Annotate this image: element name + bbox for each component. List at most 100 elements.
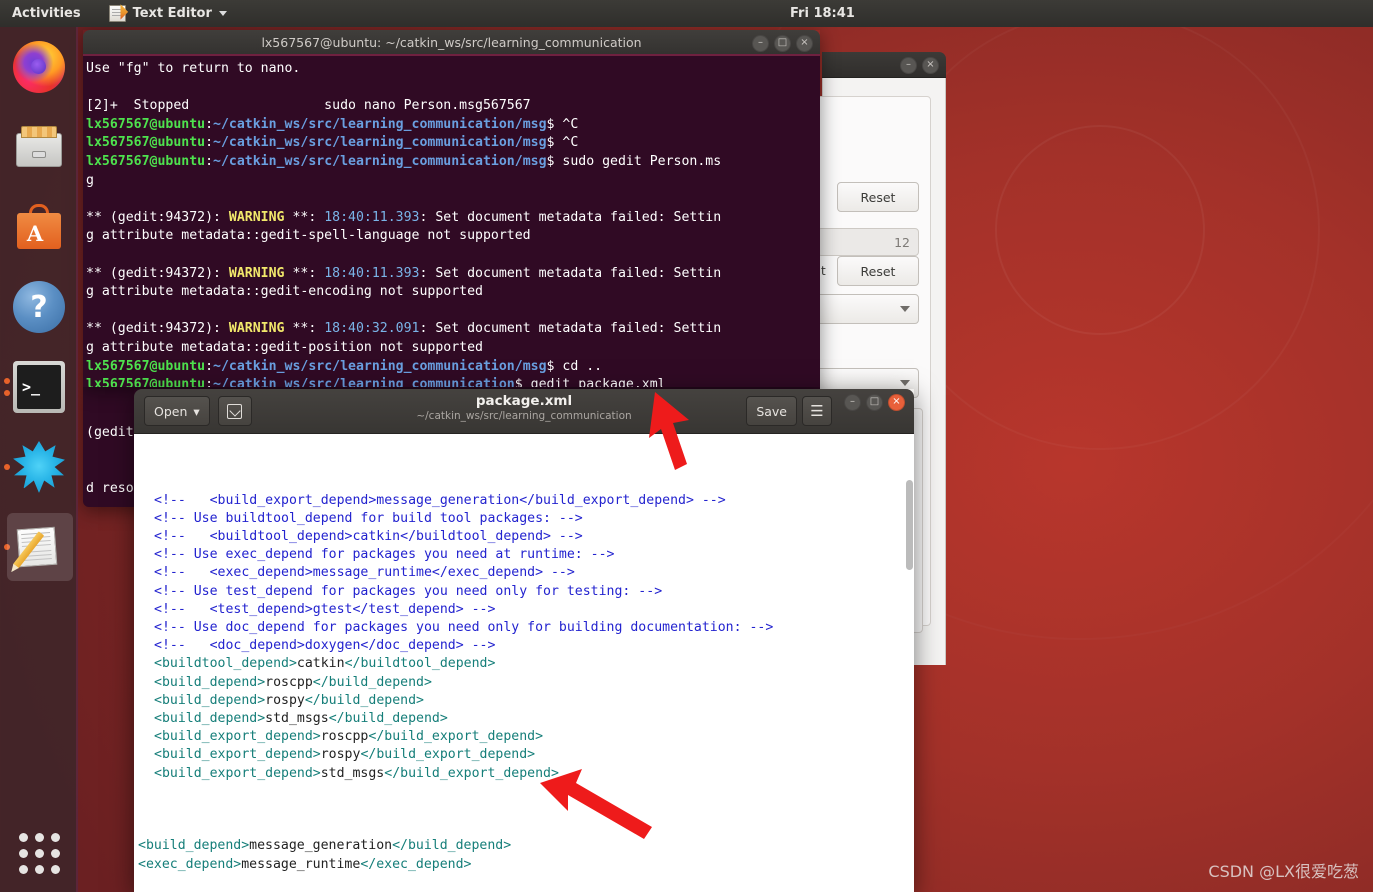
- terminal-maximize-button[interactable]: □: [774, 34, 791, 52]
- dock-item-help[interactable]: ?: [0, 267, 78, 347]
- clock[interactable]: Fri 18:41: [790, 0, 855, 27]
- terminal-line: g attribute metadata::gedit-spell-langua…: [86, 227, 820, 246]
- terminal-titlebar[interactable]: lx567567@ubuntu: ~/catkin_ws/src/learnin…: [83, 30, 820, 56]
- document-line: <!-- <exec_depend>message_runtime</exec_…: [138, 564, 914, 582]
- terminal-span: :: [205, 116, 214, 132]
- document-span: <!-- <exec_depend>message_runtime</exec_…: [154, 565, 575, 581]
- ubuntu-software-glyph: A: [26, 221, 44, 246]
- document-span: roscpp: [265, 674, 313, 690]
- terminal-span: : Set document metadata failed: Settin: [419, 265, 722, 281]
- activities-button[interactable]: Activities: [12, 6, 81, 21]
- show-applications-button[interactable]: [0, 833, 78, 874]
- terminal-span: :: [205, 377, 214, 387]
- gedit-close-button[interactable]: ×: [888, 393, 905, 411]
- document-line: <build_depend>std_msgs</build_depend>: [138, 710, 914, 728]
- terminal-span: Use "fg" to return to nano.: [86, 61, 301, 76]
- terminal-line: g: [86, 172, 820, 191]
- document-span: <build_export_depend>: [154, 747, 321, 763]
- save-as-icon: [227, 403, 243, 419]
- open-button[interactable]: Open ▾: [144, 396, 210, 426]
- gedit-text-area[interactable]: <!-- <build_export_depend>message_genera…: [134, 434, 914, 892]
- vertical-scrollbar[interactable]: [906, 480, 913, 570]
- top-bar: Activities Text Editor Fri 18:41: [0, 0, 1373, 27]
- terminal-span: : Set document metadata failed: Settin: [419, 209, 722, 225]
- document-line: <!-- <test_depend>gtest</test_depend> --…: [138, 601, 914, 619]
- files-icon: [13, 121, 65, 173]
- document-span: <!-- Use doc_depend for packages you nee…: [154, 620, 774, 636]
- dock-item-terminal[interactable]: >_: [0, 347, 78, 427]
- gedit-maximize-button[interactable]: □: [866, 393, 883, 411]
- reset-button-1[interactable]: Reset: [837, 182, 919, 212]
- terminal-span: ** (gedit:94372):: [86, 209, 229, 225]
- spin-entry[interactable]: 12: [817, 228, 919, 256]
- terminal-span: lx567567@ubuntu: [86, 377, 206, 387]
- document-line: <!-- Use exec_depend for packages you ne…: [138, 546, 914, 564]
- terminal-span: g: [86, 172, 94, 188]
- document-span: std_msgs: [265, 711, 329, 727]
- terminal-span: ** (gedit:94372):: [86, 321, 229, 337]
- terminal-line: lx567567@ubuntu:~/catkin_ws/src/learning…: [86, 153, 820, 172]
- terminal-line: lx567567@ubuntu:~/catkin_ws/src/learning…: [86, 358, 820, 377]
- terminal-output[interactable]: Use "fg" to return to nano. [2]+ Stopped…: [83, 56, 820, 387]
- document-span: </build_depend>: [392, 838, 512, 854]
- dock-item-firefox[interactable]: [0, 27, 78, 107]
- combo-box-1[interactable]: [811, 294, 919, 324]
- terminal-close-button[interactable]: ×: [796, 34, 813, 52]
- terminal-span: [2]+ Stopped sudo nano Person.msg567567: [86, 98, 531, 114]
- terminal-minimize-button[interactable]: –: [752, 34, 769, 52]
- save-button[interactable]: Save: [746, 396, 797, 426]
- app-menu-label: Text Editor: [132, 6, 212, 21]
- chevron-down-icon: ▾: [193, 403, 200, 419]
- document-span: <build_depend>: [154, 692, 266, 708]
- document-span: </build_export_depend>: [368, 729, 544, 745]
- document-span: message_runtime: [241, 856, 361, 872]
- terminal-span: $ ^C: [546, 135, 579, 151]
- terminal-span: lx567567@ubuntu: [86, 358, 206, 374]
- document-line: <!-- Use buildtool_depend for build tool…: [138, 510, 914, 528]
- terminal-span: 18:40:32.091: [324, 321, 420, 337]
- preferences-minimize-button[interactable]: –: [900, 56, 917, 74]
- dock: A ? >_: [0, 27, 78, 892]
- document-span: rospy: [265, 692, 305, 708]
- document-line: <build_depend>roscpp</build_depend>: [138, 674, 914, 692]
- gedit-minimize-button[interactable]: –: [844, 393, 861, 411]
- terminal-span: lx567567@ubuntu: [86, 153, 206, 169]
- document-span: <!-- <build_export_depend>message_genera…: [154, 492, 726, 508]
- preferences-close-button[interactable]: ×: [922, 56, 939, 74]
- save-as-button[interactable]: [217, 396, 252, 426]
- hamburger-menu-button[interactable]: ☰: [802, 396, 832, 426]
- app-menu-button[interactable]: Text Editor: [108, 5, 227, 22]
- terminal-line: lx567567@ubuntu:~/catkin_ws/src/learning…: [86, 116, 820, 135]
- dock-item-gimp[interactable]: [0, 427, 78, 507]
- terminal-span: g attribute metadata::gedit-encoding not…: [86, 284, 483, 300]
- document-line: <build_depend>rospy</build_depend>: [138, 692, 914, 710]
- preferences-titlebar[interactable]: – ×: [822, 52, 946, 78]
- document-span: </build_depend>: [328, 711, 448, 727]
- dock-item-text-editor[interactable]: [0, 507, 78, 587]
- document-span: roscpp: [320, 729, 369, 745]
- reset-button-2[interactable]: Reset: [837, 256, 919, 286]
- terminal-span: **:: [284, 321, 325, 337]
- document-line: <build_depend>message_generation</build_…: [138, 837, 914, 855]
- document-line: <!-- <doc_depend>doxygen</doc_depend> --…: [138, 637, 914, 655]
- wallpaper-ring: [880, 10, 1320, 450]
- terminal-span: 18:40:11.393: [324, 209, 420, 225]
- document-span: <!-- <buildtool_depend>catkin</buildtool…: [154, 529, 583, 545]
- document-span: </buildtool_depend>: [344, 656, 496, 672]
- terminal-span: g attribute metadata::gedit-spell-langua…: [86, 228, 531, 244]
- terminal-span: ~/catkin_ws/src/learning_communication/m…: [213, 135, 547, 151]
- document-span: </build_export_depend>: [384, 765, 559, 781]
- grid-icon: [18, 833, 60, 874]
- firefox-icon: [13, 41, 65, 93]
- terminal-line: g attribute metadata::gedit-position not…: [86, 339, 820, 358]
- dock-item-files[interactable]: [0, 107, 78, 187]
- document-span: <build_depend>: [138, 838, 250, 854]
- document-span: message_generation: [249, 838, 393, 854]
- dock-item-ubuntu-software[interactable]: A: [0, 187, 78, 267]
- terminal-line: ** (gedit:94372): WARNING **: 18:40:11.3…: [86, 209, 820, 228]
- terminal-span: WARNING: [228, 265, 285, 281]
- terminal-icon-prompt: >_: [17, 365, 61, 409]
